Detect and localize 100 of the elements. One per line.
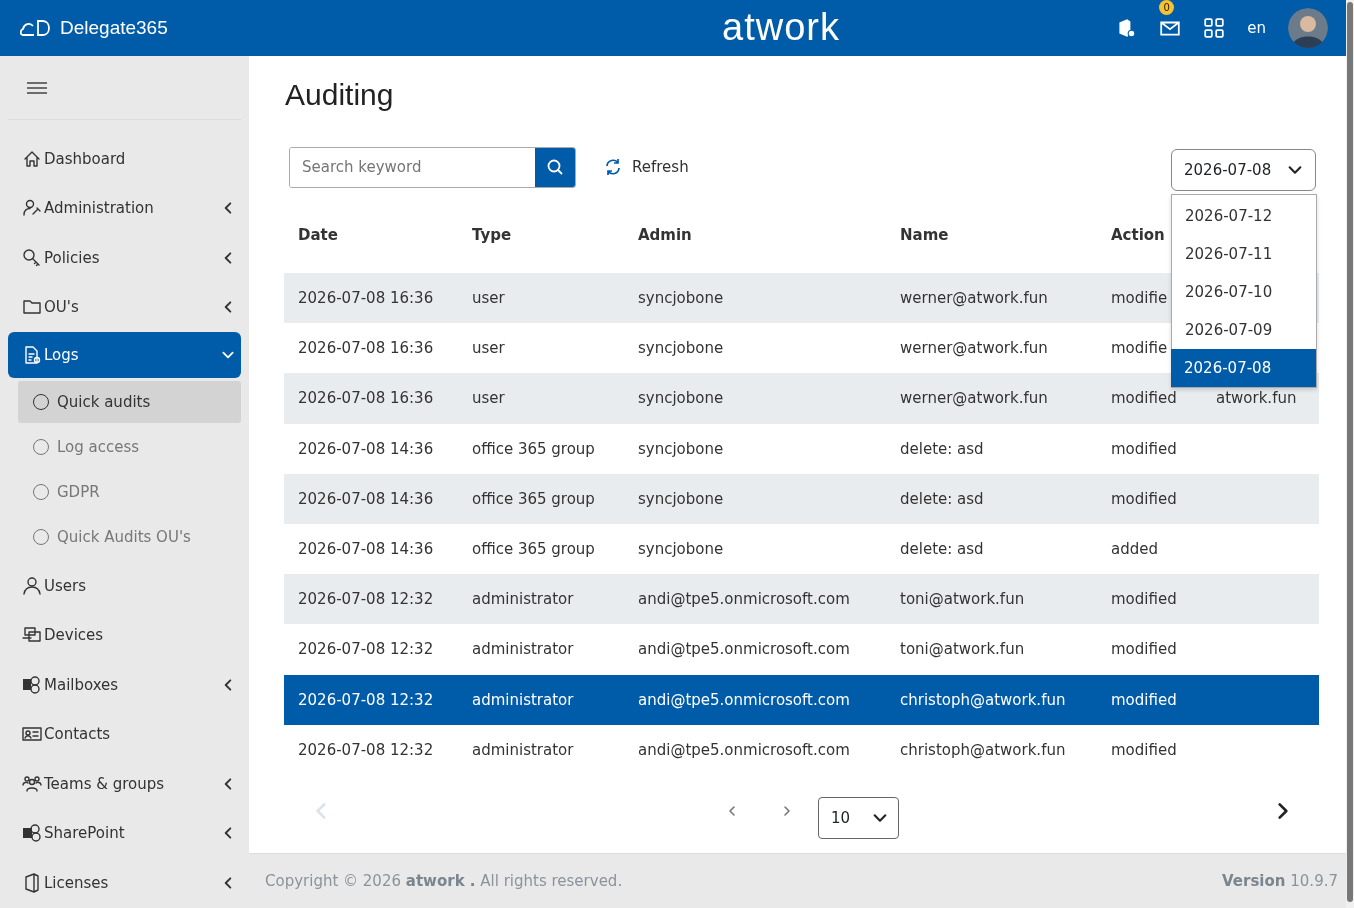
copyright-text: Copyright © 2026 atwork . All rights reserved. — [265, 872, 623, 890]
table-cell: 2026-07-08 12:32 — [298, 690, 434, 709]
chevron-right-icon — [781, 804, 793, 817]
table-cell: syncjobone — [638, 339, 724, 358]
sidebar-item[interactable]: Dashboard — [8, 134, 241, 184]
table-cell: office 365 group — [472, 489, 595, 508]
table-cell: 2026-07-08 12:32 — [298, 640, 434, 659]
table-cell: syncjobone — [638, 489, 724, 508]
column-header[interactable]: Type — [472, 226, 512, 244]
table-cell: modified — [1111, 690, 1177, 709]
table-cell: modified — [1111, 389, 1177, 408]
table-cell: delete: asd — [900, 489, 984, 508]
table-cell: user — [472, 289, 505, 308]
sidebar-item[interactable]: Logs — [8, 332, 241, 378]
table-cell: syncjobone — [638, 389, 724, 408]
column-header[interactable]: Admin — [638, 226, 692, 244]
table-cell: office 365 group — [472, 540, 595, 559]
sidebar-item[interactable]: Teams & groups — [8, 759, 241, 809]
sidebar-item[interactable]: Devices — [8, 610, 241, 660]
column-header[interactable]: Date — [298, 226, 338, 244]
app-grid-icon[interactable] — [1203, 17, 1226, 39]
sidebar-item[interactable]: Policies — [8, 233, 241, 283]
table-cell: 2026-07-08 14:36 — [298, 489, 434, 508]
table-cell: delete: asd — [900, 439, 984, 458]
table-cell: added — [1111, 540, 1158, 559]
table-cell: christoph@atwork.fun — [900, 690, 1066, 709]
people-group-icon — [22, 773, 42, 794]
table-cell: user — [472, 339, 505, 358]
dropdown-option[interactable]: 2026-07-11 — [1172, 235, 1316, 273]
search-icon — [546, 158, 564, 176]
search-field[interactable]: Search keyword — [289, 146, 576, 188]
sharepoint-icon — [22, 823, 42, 844]
avatar[interactable] — [1288, 8, 1328, 48]
table-cell: werner@atwork.fun — [900, 389, 1048, 408]
dropdown-option[interactable]: 2026-07-09 — [1172, 311, 1316, 349]
search-button[interactable] — [535, 147, 575, 187]
table-cell: werner@atwork.fun — [900, 289, 1048, 308]
notification-badge: 0 — [1159, 0, 1175, 15]
table-cell: werner@atwork.fun — [900, 339, 1048, 358]
key-icon — [22, 247, 42, 268]
table-cell: 2026-07-08 16:36 — [298, 289, 434, 308]
sidebar-item[interactable]: OU's — [8, 282, 241, 332]
sidebar-item[interactable]: Administration — [8, 183, 241, 233]
date-dropdown[interactable]: 2026-07-08 — [1171, 149, 1316, 191]
table-cell: delete: asd — [900, 540, 984, 559]
table-cell: modified — [1111, 489, 1177, 508]
sidebar-subitem[interactable]: Quick Audits OU's — [18, 516, 241, 558]
office-icon — [22, 872, 42, 893]
table-cell: modified — [1111, 439, 1177, 458]
table-cell: office 365 group — [472, 439, 595, 458]
sidebar-subitem[interactable]: Quick audits — [18, 381, 241, 423]
previous-button[interactable] — [726, 804, 738, 817]
table-cell: 2026-07-08 16:36 — [298, 339, 434, 358]
table-cell: syncjobone — [638, 289, 724, 308]
sidebar-item[interactable]: Contacts — [8, 709, 241, 759]
app-name: Delegate365 — [60, 17, 168, 39]
table-cell: toni@atwork.fun — [900, 640, 1025, 659]
column-header[interactable]: Action — [1111, 226, 1165, 244]
table-cell: 2026-07-08 12:32 — [298, 740, 434, 759]
table-cell: andi@tpe5.onmicrosoft.com — [638, 640, 850, 659]
version-text: Version 10.9.7 — [1222, 872, 1338, 890]
brand-logo: atwork — [722, 6, 840, 49]
column-header[interactable]: Name — [900, 226, 949, 244]
sidebar-item[interactable]: SharePoint — [8, 808, 241, 858]
mailbox-icon — [22, 674, 42, 695]
table-cell: modifie — [1111, 289, 1168, 308]
sidebar-item[interactable]: Mailboxes — [8, 660, 241, 710]
person-icon — [22, 575, 42, 596]
table-cell: administrator — [472, 590, 574, 609]
table-cell: modified — [1111, 740, 1177, 759]
table-cell: user — [472, 389, 505, 408]
table-cell: administrator — [472, 640, 574, 659]
dropdown-option[interactable]: 2026-07-12 — [1172, 197, 1316, 235]
language-selector[interactable]: en — [1247, 19, 1266, 37]
person-wrench-icon — [22, 198, 42, 219]
chevron-left-icon — [726, 804, 738, 817]
document-gear-icon — [22, 345, 42, 365]
table-cell: andi@tpe5.onmicrosoft.com — [638, 590, 850, 609]
next-button[interactable] — [781, 804, 793, 817]
table-cell: modified — [1111, 640, 1177, 659]
table-cell: administrator — [472, 740, 574, 759]
sidebar-subitem[interactable]: GDPR — [18, 471, 241, 513]
table-cell: 2026-07-08 16:36 — [298, 389, 434, 408]
table-cell: andi@tpe5.onmicrosoft.com — [638, 690, 850, 709]
dropdown-option[interactable]: 2026-07-08 — [1171, 349, 1316, 387]
sidebar-subitem[interactable]: Log access — [18, 426, 241, 468]
refresh-icon — [604, 158, 622, 176]
page-size-select[interactable]: 10 — [818, 796, 899, 839]
table-cell: syncjobone — [638, 439, 724, 458]
table-cell: 2026-07-08 12:32 — [298, 590, 434, 609]
refresh-button[interactable]: Refresh — [598, 157, 695, 177]
table-cell: andi@tpe5.onmicrosoft.com — [638, 740, 850, 759]
page-title: Auditing — [285, 78, 395, 112]
table-cell: syncjobone — [638, 540, 724, 559]
dropdown-option[interactable]: 2026-07-10 — [1172, 273, 1316, 311]
sidebar-item[interactable]: Licenses — [8, 858, 241, 908]
table-cell: 2026-07-08 14:36 — [298, 540, 434, 559]
table-cell: christoph@atwork.fun — [900, 740, 1066, 759]
table-cell: 2026-07-08 14:36 — [298, 439, 434, 458]
sidebar-item[interactable]: Users — [8, 561, 241, 611]
